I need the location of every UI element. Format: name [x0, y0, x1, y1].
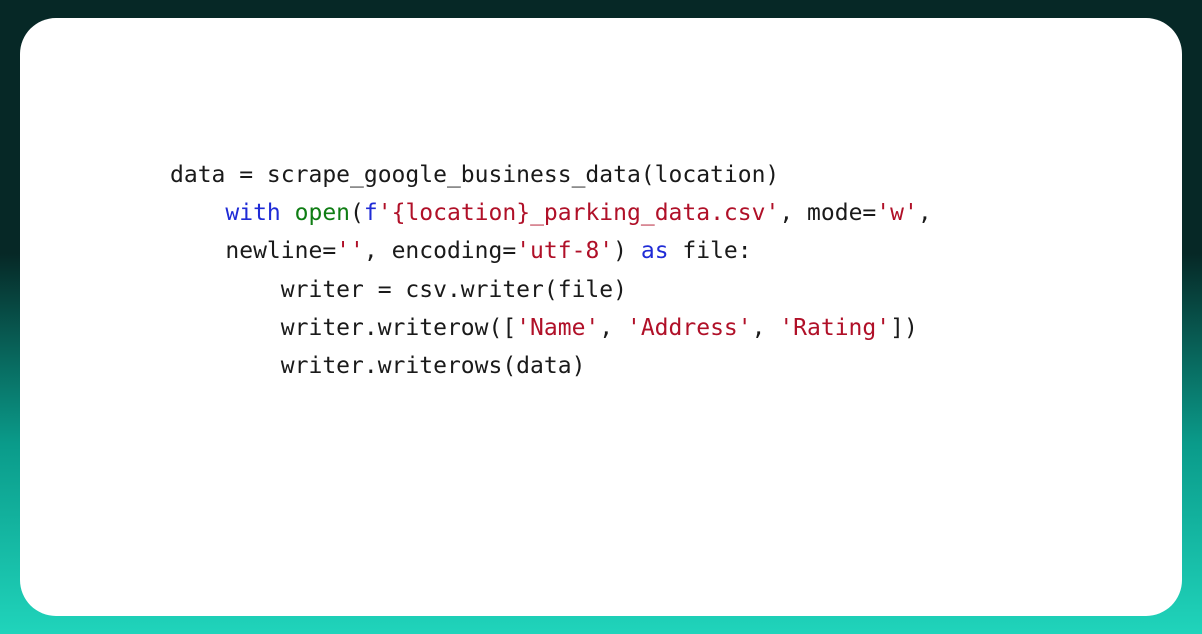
string-encoding: 'utf-8': [516, 238, 613, 264]
code-line-2: with open(f'{location}_parking_data.csv'…: [170, 200, 932, 226]
code-line-3: newline='', encoding='utf-8') as file:: [170, 238, 752, 264]
keyword-as: as: [641, 238, 669, 264]
keyword-with: with: [225, 200, 280, 226]
code-card: data = scrape_google_business_data(locat…: [20, 18, 1182, 616]
code-line-1: data = scrape_google_business_data(locat…: [170, 162, 779, 188]
string-rating: 'Rating': [779, 315, 890, 341]
code-line-4: writer = csv.writer(file): [170, 277, 627, 303]
string-path: '{location}_parking_data.csv': [378, 200, 780, 226]
code-line-5: writer.writerow(['Name', 'Address', 'Rat…: [170, 315, 918, 341]
builtin-open: open: [295, 200, 350, 226]
code-line-6: writer.writerows(data): [170, 353, 585, 379]
string-name: 'Name': [516, 315, 599, 341]
string-newline: '': [336, 238, 364, 264]
code-block: data = scrape_google_business_data(locat…: [170, 156, 932, 385]
string-mode: 'w': [876, 200, 918, 226]
f-string-prefix: f: [364, 200, 378, 226]
string-address: 'Address': [627, 315, 752, 341]
